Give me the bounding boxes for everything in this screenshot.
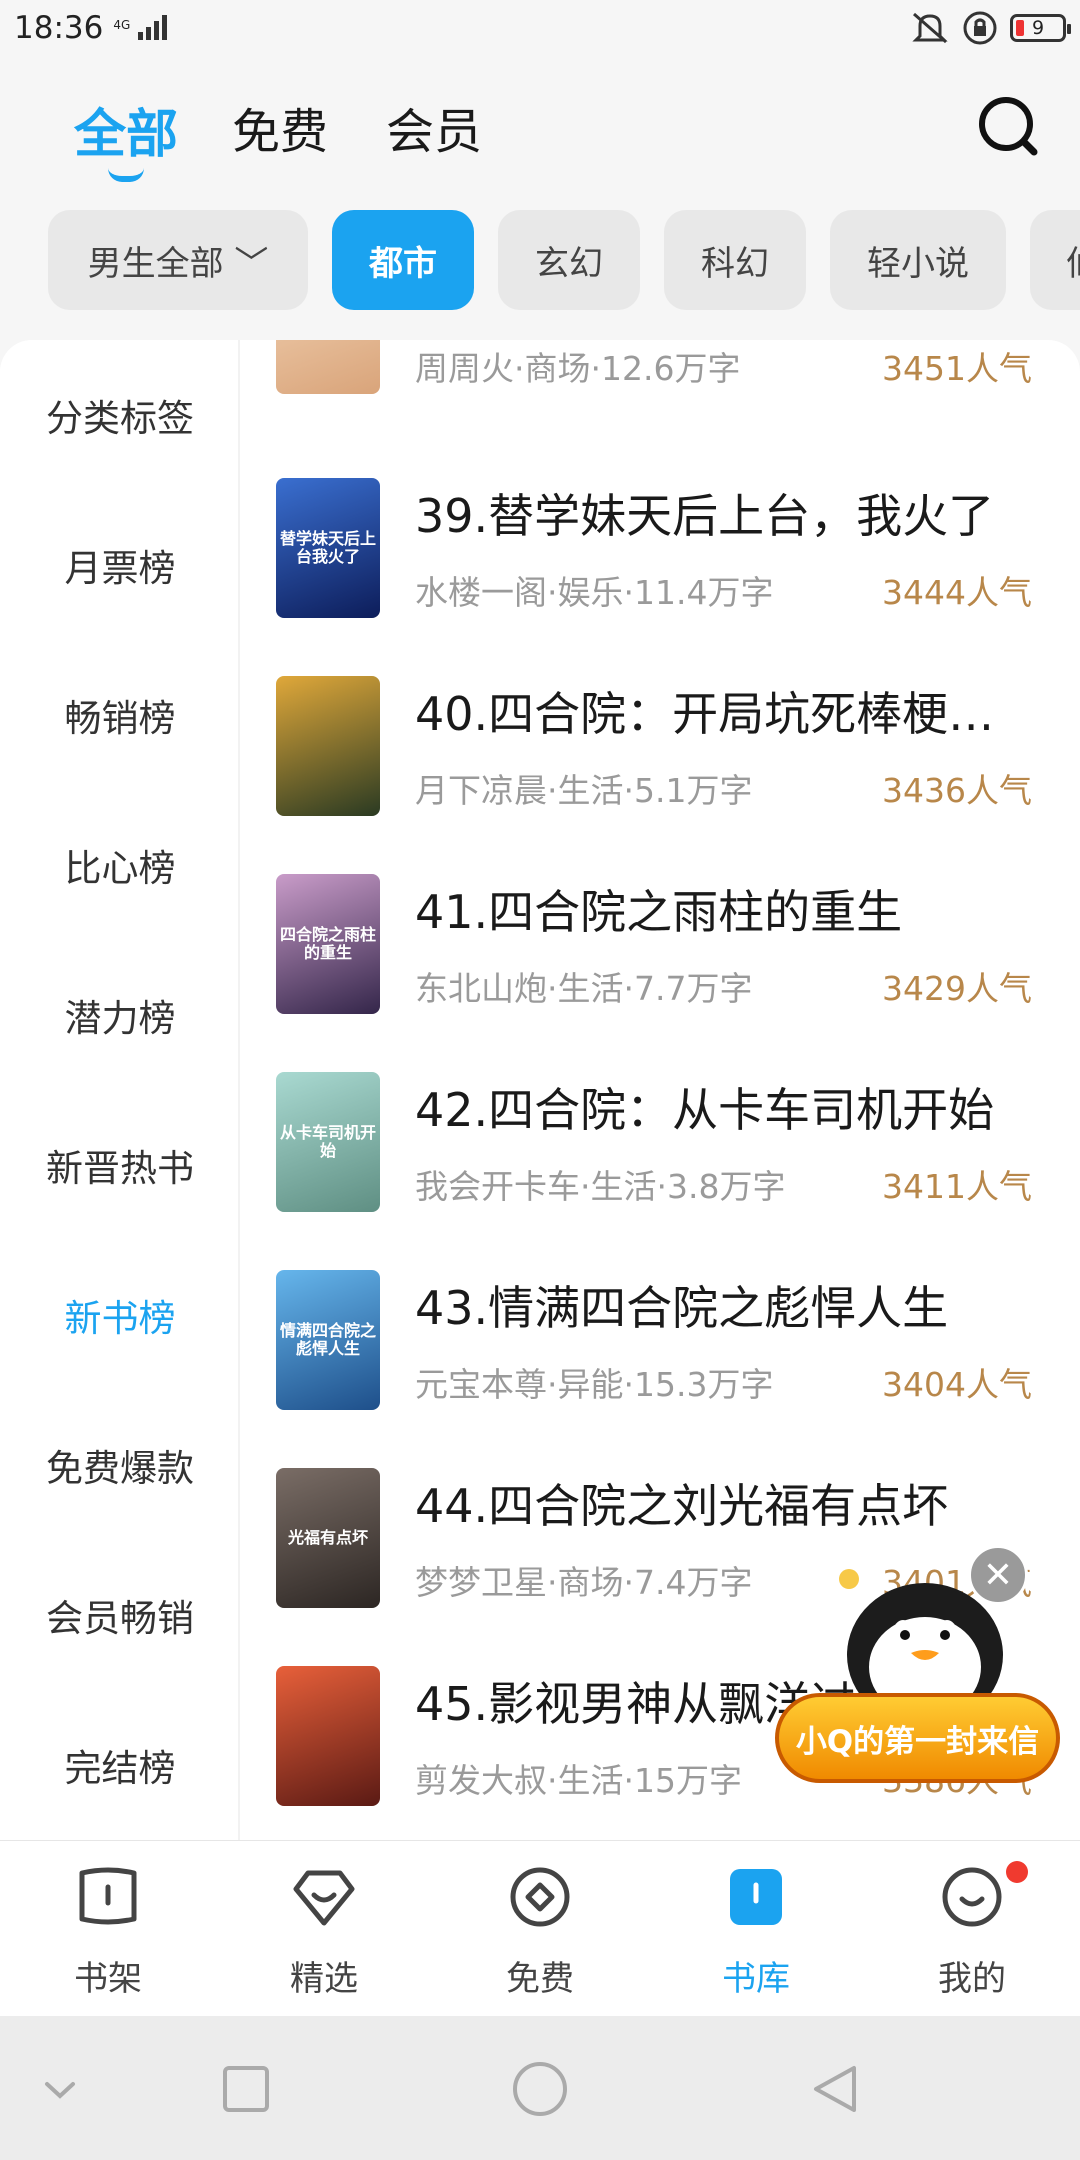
mute-icon xyxy=(912,12,948,44)
chip-scifi[interactable]: 科幻 xyxy=(664,210,806,310)
top-tabs: 全部 免费 会员 xyxy=(0,82,1080,192)
profile-icon xyxy=(942,1867,1002,1927)
lock-rotation-icon xyxy=(963,11,997,45)
side-item-potential[interactable]: 潜力榜 xyxy=(0,975,240,1055)
book-cover xyxy=(276,676,380,816)
list-item[interactable]: 四合院之雨柱的重生 41.四合院之雨柱的重生 东北山炮·生活·7.7万字 342… xyxy=(240,874,1080,1072)
nav-library[interactable]: 书库 xyxy=(648,1841,864,2017)
network-label: 4G xyxy=(113,18,131,32)
side-item-bestseller[interactable]: 畅销榜 xyxy=(0,675,240,755)
battery-level: 9 xyxy=(1031,17,1045,39)
nav-label: 免费 xyxy=(506,1959,574,1999)
back-icon[interactable] xyxy=(800,2054,870,2124)
mascot-floating-widget[interactable]: ✕ 小Q的第一封来信 xyxy=(775,1545,1065,1795)
library-icon xyxy=(730,1869,782,1925)
status-bar: 18:36 4G 9 xyxy=(0,0,1080,56)
book-title: 44.四合院之刘光福有点坏 xyxy=(415,1479,949,1533)
book-popularity: 3436人气 xyxy=(882,771,1032,810)
book-cover: 四合院之雨柱的重生 xyxy=(276,874,380,1014)
notification-dot xyxy=(1006,1861,1028,1883)
nav-profile[interactable]: 我的 xyxy=(864,1841,1080,2017)
list-item[interactable]: 替学妹天后上台我火了 39.替学妹天后上台，我火了 水楼一阁·娱乐·11.4万字… xyxy=(240,478,1080,676)
chip-fantasy[interactable]: 玄幻 xyxy=(498,210,640,310)
free-icon xyxy=(510,1867,570,1927)
nav-featured[interactable]: 精选 xyxy=(216,1841,432,2017)
list-item[interactable]: 情满四合院之彪悍人生 43.情满四合院之彪悍人生 元宝本尊·异能·15.3万字 … xyxy=(240,1270,1080,1468)
book-meta: 我会开卡车·生活·3.8万字 xyxy=(415,1167,786,1206)
book-meta: 剪发大叔·生活·15万字 xyxy=(415,1761,742,1800)
book-cover: 光福有点坏 xyxy=(276,1468,380,1608)
search-icon[interactable] xyxy=(976,94,1040,158)
side-item-member-bestseller[interactable]: 会员畅销 xyxy=(0,1575,240,1655)
mascot-banner[interactable]: 小Q的第一封来信 xyxy=(775,1693,1060,1783)
tab-free[interactable]: 免费 xyxy=(232,92,328,162)
cover-text: 四合院之雨柱的重生 xyxy=(280,925,377,962)
side-item-free-hits[interactable]: 免费爆款 xyxy=(0,1425,240,1505)
book-popularity: 3429人气 xyxy=(882,969,1032,1008)
side-item-new-hot[interactable]: 新晋热书 xyxy=(0,1125,240,1205)
chip-gender-filter[interactable]: 男生全部 ﹀ xyxy=(48,210,308,310)
side-item-category-tags[interactable]: 分类标签 xyxy=(0,375,240,455)
cover-text: 替学妹天后上台我火了 xyxy=(280,529,377,566)
chip-label: 男生全部 ﹀ xyxy=(87,243,269,284)
cover-text: 光福有点坏 xyxy=(287,1528,368,1548)
nav-label: 我的 xyxy=(938,1959,1006,1999)
cover-text: 从卡车司机开始 xyxy=(280,1123,377,1160)
nav-label: 精选 xyxy=(290,1959,358,1999)
book-cover: 从卡车司机开始 xyxy=(276,1072,380,1212)
tab-member[interactable]: 会员 xyxy=(386,92,482,162)
book-popularity: 3404人气 xyxy=(882,1365,1032,1404)
bottom-nav: 书架 精选 免费 书库 我的 xyxy=(0,1840,1080,2016)
side-item-new-books[interactable]: 新书榜 xyxy=(0,1275,240,1355)
ranking-side-nav: 分类标签 月票榜 畅销榜 比心榜 潜力榜 新晋热书 新书榜 免费爆款 会员畅销 … xyxy=(0,340,240,1840)
side-item-completed[interactable]: 完结榜 xyxy=(0,1725,240,1805)
list-item[interactable]: 40.四合院：开局坑死棒梗和… 月下凉晨·生活·5.1万字 3436人气 xyxy=(240,676,1080,874)
nav-label: 书架 xyxy=(74,1959,142,1999)
book-meta: 水楼一阁·娱乐·11.4万字 xyxy=(415,573,774,612)
tab-all[interactable]: 全部 xyxy=(74,92,178,167)
system-nav-bar xyxy=(0,2016,1080,2160)
list-item[interactable]: 燃情 周周火·商场·12.6万字 3451人气 xyxy=(240,340,1080,452)
book-cover: 情满四合院之彪悍人生 xyxy=(276,1270,380,1410)
category-chips: 男生全部 ﹀ 都市 玄幻 科幻 轻小说 仙 xyxy=(0,210,1080,310)
book-popularity: 3444人气 xyxy=(882,573,1032,612)
cover-text: 情满四合院之彪悍人生 xyxy=(280,1321,377,1358)
book-cover xyxy=(276,1666,380,1806)
book-title: 40.四合院：开局坑死棒梗和… xyxy=(415,687,1035,741)
book-cover: 燃情 xyxy=(276,340,380,394)
book-title: 39.替学妹天后上台，我火了 xyxy=(415,489,995,543)
mascot-banner-text: 小Q的第一封来信 xyxy=(795,1723,1040,1760)
book-title: 42.四合院：从卡车司机开始 xyxy=(415,1083,995,1137)
home-icon[interactable] xyxy=(505,2054,575,2124)
chip-urban[interactable]: 都市 xyxy=(332,210,474,310)
book-meta: 周周火·商场·12.6万字 xyxy=(415,349,741,388)
nav-label: 书库 xyxy=(722,1959,790,1999)
chip-light-novel[interactable]: 轻小说 xyxy=(830,210,1006,310)
featured-icon xyxy=(293,1870,355,1926)
book-title: 41.四合院之雨柱的重生 xyxy=(415,885,903,939)
recents-icon[interactable] xyxy=(211,2054,281,2124)
book-meta: 东北山炮·生活·7.7万字 xyxy=(415,969,753,1008)
nav-free[interactable]: 免费 xyxy=(432,1841,648,2017)
chevron-down-icon[interactable] xyxy=(25,2054,95,2124)
book-meta: 月下凉晨·生活·5.1万字 xyxy=(415,771,753,810)
side-item-heart[interactable]: 比心榜 xyxy=(0,825,240,905)
book-title: 43.情满四合院之彪悍人生 xyxy=(415,1281,949,1335)
list-item[interactable]: 从卡车司机开始 42.四合院：从卡车司机开始 我会开卡车·生活·3.8万字 34… xyxy=(240,1072,1080,1270)
book-meta: 梦梦卫星·商场·7.4万字 xyxy=(415,1563,753,1602)
battery-icon: 9 xyxy=(1010,14,1071,42)
bookshelf-icon xyxy=(79,1867,137,1925)
nav-bookshelf[interactable]: 书架 xyxy=(0,1841,216,2017)
tab-indicator xyxy=(108,168,144,182)
side-item-monthly-ticket[interactable]: 月票榜 xyxy=(0,525,240,605)
book-popularity: 3451人气 xyxy=(882,349,1032,388)
chip-xianxia[interactable]: 仙 xyxy=(1030,210,1080,310)
status-time: 18:36 xyxy=(14,10,104,46)
mascot-close-button[interactable]: ✕ xyxy=(968,1545,1028,1605)
book-cover: 替学妹天后上台我火了 xyxy=(276,478,380,618)
book-meta: 元宝本尊·异能·15.3万字 xyxy=(415,1365,774,1404)
signal-icon xyxy=(138,15,168,40)
book-popularity: 3411人气 xyxy=(882,1167,1032,1206)
